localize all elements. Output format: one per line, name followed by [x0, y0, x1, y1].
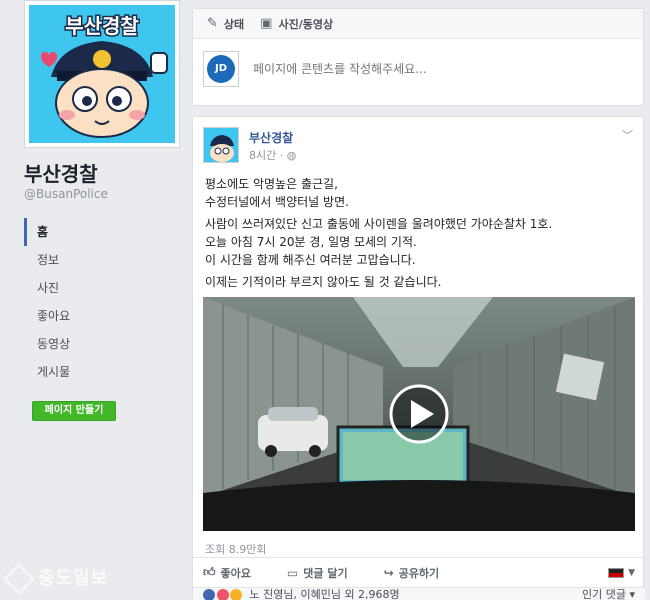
page-title[interactable]: 부산경찰 [24, 158, 98, 187]
reactions-summary[interactable]: 노 진영님, 이혜민님 외 2,968명 인기 댓글 ▾ [193, 587, 645, 600]
page-mini-avatar [608, 567, 625, 578]
post-line: 수정터널에서 백양터널 방면. [205, 195, 349, 209]
nav-item-home[interactable]: 홈 [24, 218, 174, 246]
post-author-avatar[interactable] [203, 127, 239, 163]
post-paragraph: 사람이 쓰러져있단 신고 출동에 사이렌을 울려야했던 가야순찰차 1호. 오늘… [205, 215, 633, 269]
watermark-logo-icon [3, 563, 35, 595]
profile-picture[interactable]: 부산경찰 [24, 0, 180, 148]
post-paragraph: 평소에도 악명높은 출근길, 수정터널에서 백양터널 방면. [205, 175, 633, 211]
post-author-name[interactable]: 부산경찰 [249, 129, 293, 146]
tab-status-label: 상태 [223, 17, 245, 31]
post-line: 사람이 쓰러져있단 신고 출동에 사이렌을 울려야했던 가야순찰차 1호. [205, 217, 553, 231]
tab-photo-video[interactable]: ▣ 사진/동영상 [260, 16, 333, 32]
page-nav: 홈 정보 사진 좋아요 동영상 게시물 [24, 218, 174, 386]
post-line: 이제는 기적이라 부르지 않아도 될 것 같습니다. [205, 275, 442, 289]
create-page-button[interactable]: 페이지 만들기 [32, 401, 116, 421]
video-thumbnail [203, 297, 635, 531]
comment-button[interactable]: ▭ 댓글 달기 [287, 565, 348, 581]
composer-input[interactable] [253, 62, 613, 76]
camera-icon: ▣ [260, 16, 273, 31]
post-composer: ✎ 상태 ▣ 사진/동영상 JD [192, 8, 644, 106]
share-label: 공유하기 [398, 566, 440, 580]
nav-item-videos[interactable]: 동영상 [24, 330, 174, 358]
top-comments-toggle[interactable]: 인기 댓글 ▾ [582, 588, 635, 600]
post-line: 이 시간을 함께 해주신 여러분 고맙습니다. [205, 253, 416, 267]
tab-status[interactable]: ✎ 상태 [207, 16, 244, 32]
watermark-text: 충도일보 [38, 568, 109, 589]
composer-avatar: JD [203, 51, 239, 87]
police-cartoon-logo: 부산경찰 [29, 5, 175, 143]
caret-down-icon: ▼ [628, 567, 635, 578]
comment-icon: ▭ [286, 565, 299, 580]
post-timestamp[interactable]: 8시간 · ◍ [249, 147, 296, 163]
nav-item-posts[interactable]: 게시물 [24, 358, 174, 386]
like-button[interactable]: 👍︎ 좋아요 [203, 565, 251, 581]
feed-post: 부산경찰 8시간 · ◍ ﹀ 평소에도 악명높은 출근길, 수정터널에서 백양터… [192, 116, 645, 600]
reactions-text: 노 진영님, 이혜민님 외 2,968명 [249, 588, 400, 600]
post-actions: 👍︎ 좋아요 ▭ 댓글 달기 ↪ 공유하기 ▼ [193, 557, 645, 587]
video-player[interactable] [203, 297, 635, 531]
comment-label: 댓글 달기 [303, 566, 348, 580]
share-button[interactable]: ↪ 공유하기 [384, 565, 440, 581]
chevron-down-icon[interactable]: ﹀ [622, 127, 633, 143]
post-line: 평소에도 악명높은 출근길, [205, 177, 338, 191]
composer-body: JD [193, 39, 643, 99]
post-paragraph: 이제는 기적이라 부르지 않아도 될 것 같습니다. [205, 273, 633, 291]
composer-tabs: ✎ 상태 ▣ 사진/동영상 [193, 9, 643, 39]
post-body: 평소에도 악명높은 출근길, 수정터널에서 백양터널 방면. 사람이 쓰러져있단… [205, 175, 633, 295]
nav-item-about[interactable]: 정보 [24, 246, 174, 274]
logo-text: 부산경찰 [65, 14, 139, 38]
watermark: 충도일보 [3, 563, 109, 595]
post-as-selector[interactable]: ▼ [608, 567, 635, 578]
view-count: 조회 8.9만회 [205, 543, 267, 556]
post-line: 오늘 아침 7시 20분 경, 일명 모세의 기적. [205, 235, 417, 249]
pencil-icon: ✎ [207, 16, 218, 31]
avatar-text: JD [207, 55, 235, 83]
love-reaction-icon [216, 589, 229, 600]
share-icon: ↪ [383, 565, 394, 580]
tab-photo-label: 사진/동영상 [278, 17, 334, 31]
post-time-text: 8시간 [249, 149, 277, 162]
like-label: 좋아요 [220, 566, 251, 580]
nav-item-photos[interactable]: 사진 [24, 274, 174, 302]
globe-icon: ◍ [286, 149, 297, 162]
page-handle[interactable]: @BusanPolice [24, 187, 108, 201]
left-column: 부산경찰 부산경찰 @BusanPolice 홈 정보 사진 좋아요 동영상 게… [0, 0, 182, 600]
thumbs-up-icon: 👍︎ [203, 565, 216, 579]
haha-reaction-icon [230, 589, 242, 600]
police-cartoon-avatar [204, 128, 238, 162]
like-reaction-icon [203, 589, 215, 600]
nav-item-likes[interactable]: 좋아요 [24, 302, 174, 330]
